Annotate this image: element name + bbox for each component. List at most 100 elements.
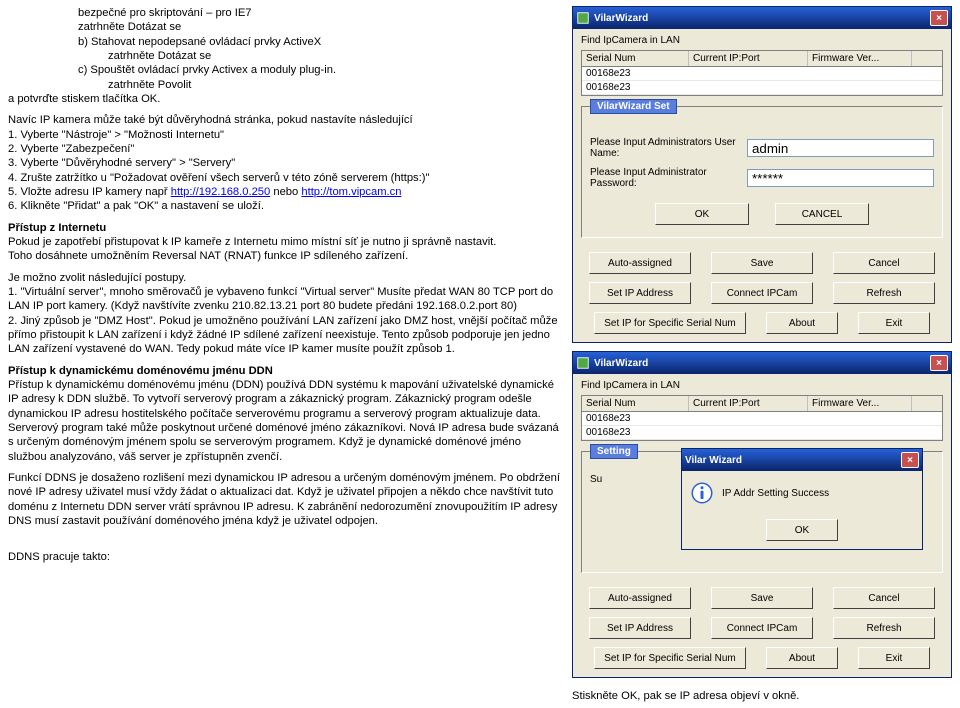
doc-line: 3. Vyberte "Důvěryhodné servery" > "Serv… [8, 156, 562, 170]
heading-internet-access: Přístup z Internetu [8, 221, 562, 235]
cell-fw [806, 426, 909, 439]
col-firmware[interactable]: Firmware Ver... [808, 51, 912, 66]
col-ipport[interactable]: Current IP:Port [689, 51, 808, 66]
doc-line: zatrhněte Dotázat se [108, 49, 562, 63]
heading-ddn: Přístup k dynamickému doménovému jménu D… [8, 364, 562, 378]
set-serial-button[interactable]: Set IP for Specific Serial Num [594, 647, 746, 669]
setting-legend: Setting [590, 444, 638, 459]
footer-note: Stiskněte OK, pak se IP adresa objeví v … [572, 690, 952, 702]
cell-serial: 00168e23 [582, 426, 688, 439]
doc-line: a potvrďte stiskem tlačítka OK. [8, 92, 562, 106]
dialog-ok-row: OK [682, 515, 922, 549]
link-domain[interactable]: http://tom.vipcam.cn [301, 186, 401, 198]
ok-button[interactable]: OK [655, 203, 749, 225]
about-button[interactable]: About [766, 312, 838, 334]
message-dialog: Vilar Wizard × IP Addr Setting Success O… [681, 448, 923, 550]
dialog-content: IP Addr Setting Success [682, 471, 922, 515]
col-serial[interactable]: Serial Num [582, 396, 689, 411]
exit-button[interactable]: Exit [858, 647, 930, 669]
about-button[interactable]: About [766, 647, 838, 669]
save-button[interactable]: Save [711, 252, 813, 274]
setting-group: VilarWizard Set Please Input Administrat… [581, 106, 943, 238]
table-row[interactable]: 00168e23 [582, 81, 942, 95]
table-header: Serial Num Current IP:Port Firmware Ver.… [582, 51, 942, 67]
page: bezpečné pro skriptování – pro IE7 zatrh… [0, 0, 960, 708]
col-firmware[interactable]: Firmware Ver... [808, 396, 912, 411]
titlebar[interactable]: VilarWizard × [573, 7, 951, 29]
doc-line: b) Stahovat nepodepsané ovládací prvky A… [78, 35, 562, 49]
input-username[interactable] [747, 139, 934, 157]
doc-line: c) Spouštět ovládací prvky Activex a mod… [78, 63, 562, 77]
titlebar[interactable]: VilarWizard × [573, 352, 951, 374]
connect-button[interactable]: Connect IPCam [711, 282, 813, 304]
set-serial-button[interactable]: Set IP for Specific Serial Num [594, 312, 746, 334]
save-button[interactable]: Save [711, 587, 813, 609]
col-ipport[interactable]: Current IP:Port [689, 396, 808, 411]
cancel2-button[interactable]: Cancel [833, 252, 935, 274]
doc-text: 5. Vložte adresu IP kamery např [8, 186, 171, 198]
ok-cancel-row: OK CANCEL [590, 203, 934, 225]
window-title: VilarWizard [594, 358, 930, 369]
cell-serial: 00168e23 [582, 81, 688, 94]
doc-line: 6. Klikněte "Přidat" a pak "OK" a nastav… [8, 199, 562, 213]
vilarwizard-window-1: VilarWizard × Find IpCamera in LAN Seria… [572, 6, 952, 343]
doc-line: Toho dosáhnete umožněním Reversal NAT (R… [8, 249, 562, 263]
camera-table: Serial Num Current IP:Port Firmware Ver.… [581, 395, 943, 441]
doc-line: Přístup k dynamickému doménovému jménu (… [8, 378, 562, 464]
cell-serial: 00168e23 [582, 67, 688, 80]
btn-row-1: Auto-assigned Save Cancel [581, 587, 943, 609]
app-icon [576, 356, 590, 370]
close-button[interactable]: × [930, 355, 948, 371]
table-row[interactable]: 00168e23 [582, 426, 942, 440]
input-password[interactable] [747, 169, 934, 187]
cell-ip [688, 81, 806, 94]
setip-button[interactable]: Set IP Address [589, 282, 691, 304]
setting-legend: VilarWizard Set [590, 99, 677, 114]
screenshots-column: VilarWizard × Find IpCamera in LAN Seria… [572, 6, 952, 702]
doc-line: 4. Zrušte zatržítko u "Požadovat ověření… [8, 171, 562, 185]
doc-line: DDNS pracuje takto: [8, 550, 562, 564]
connect-button[interactable]: Connect IPCam [711, 617, 813, 639]
doc-line: zatrhněte Dotázat se [78, 20, 562, 34]
link-ip[interactable]: http://192.168.0.250 [171, 186, 271, 198]
window-content: Find IpCamera in LAN Serial Num Current … [573, 29, 951, 342]
window-title: VilarWizard [594, 13, 930, 24]
btn-row-2: Set IP Address Connect IPCam Refresh [581, 282, 943, 304]
auto-assigned-button[interactable]: Auto-assigned [589, 587, 691, 609]
cell-ip [688, 67, 806, 80]
col-serial[interactable]: Serial Num [582, 51, 689, 66]
auto-assigned-button[interactable]: Auto-assigned [589, 252, 691, 274]
info-icon [690, 481, 714, 505]
dialog-title: Vilar Wizard [685, 455, 901, 466]
dialog-titlebar[interactable]: Vilar Wizard × [682, 449, 922, 471]
doc-text: nebo [270, 186, 301, 198]
setip-button[interactable]: Set IP Address [589, 617, 691, 639]
refresh-button[interactable]: Refresh [833, 617, 935, 639]
table-header: Serial Num Current IP:Port Firmware Ver.… [582, 396, 942, 412]
table-row[interactable]: 00168e23 [582, 67, 942, 81]
btn-row-3: Set IP for Specific Serial Num About Exi… [581, 312, 943, 334]
doc-line: 1. Vyberte "Nástroje" > "Možnosti Intern… [8, 128, 562, 142]
table-row[interactable]: 00168e23 [582, 412, 942, 426]
dialog-ok-button[interactable]: OK [766, 519, 838, 541]
table-body: 00168e23 00168e23 [582, 67, 942, 95]
app-icon [576, 11, 590, 25]
close-button[interactable]: × [901, 452, 919, 468]
vilarwizard-window-2: VilarWizard × Find IpCamera in LAN Seria… [572, 351, 952, 678]
cancel-button[interactable]: CANCEL [775, 203, 869, 225]
doc-line: Je možno zvolit následující postupy. [8, 271, 562, 285]
exit-button[interactable]: Exit [858, 312, 930, 334]
btn-row-3: Set IP for Specific Serial Num About Exi… [581, 647, 943, 669]
table-body: 00168e23 00168e23 [582, 412, 942, 440]
doc-line: 5. Vložte adresu IP kamery např http://1… [8, 185, 562, 199]
label-username: Please Input Administrators User Name: [590, 137, 741, 159]
cancel2-button[interactable]: Cancel [833, 587, 935, 609]
doc-line: bezpečné pro skriptování – pro IE7 [78, 6, 562, 20]
label-password: Please Input Administrator Password: [590, 167, 741, 189]
doc-line: 1. "Virtuální server", mnoho směrovačů j… [8, 285, 562, 314]
btn-row-2: Set IP Address Connect IPCam Refresh [581, 617, 943, 639]
doc-column: bezpečné pro skriptování – pro IE7 zatrh… [8, 6, 562, 702]
refresh-button[interactable]: Refresh [833, 282, 935, 304]
camera-table: Serial Num Current IP:Port Firmware Ver.… [581, 50, 943, 96]
close-button[interactable]: × [930, 10, 948, 26]
